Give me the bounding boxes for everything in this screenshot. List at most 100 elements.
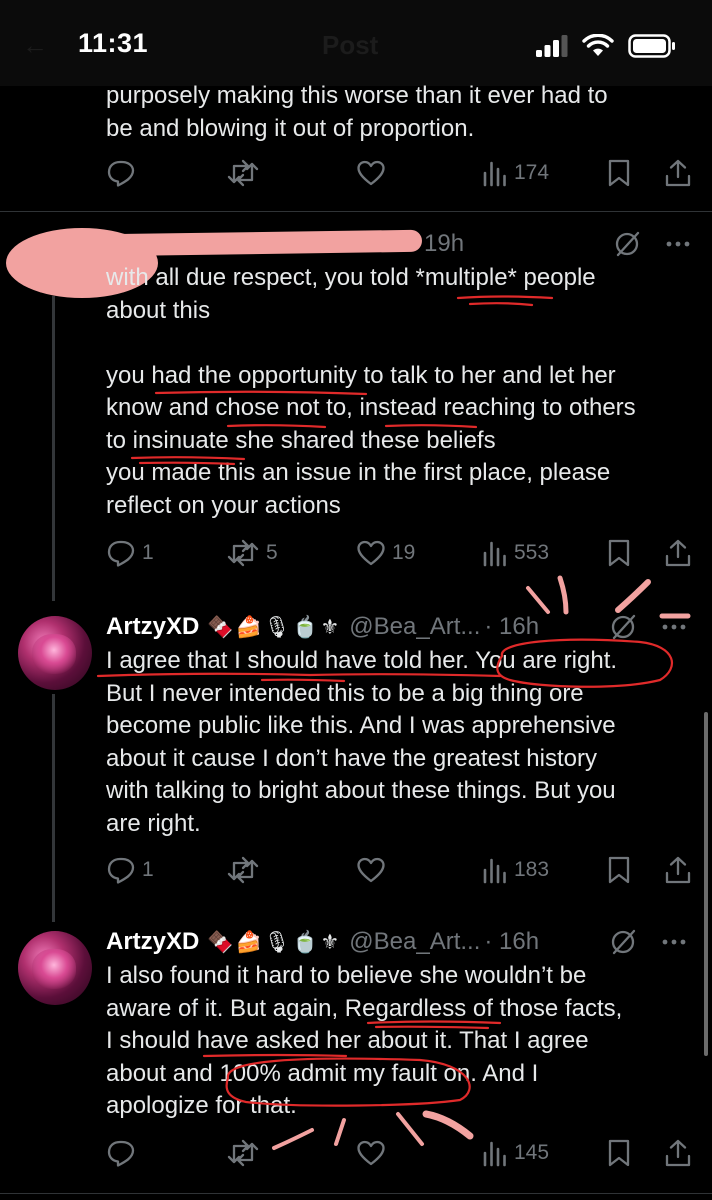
name-emojis: 🍫🍰🎙🍵⚜ <box>207 930 342 954</box>
repost-button[interactable] <box>226 1133 266 1173</box>
tweet-text: I also found it hard to believe she woul… <box>106 962 623 1119</box>
more-options-icon[interactable] <box>662 623 686 631</box>
views-button[interactable]: 145 <box>482 1133 549 1173</box>
more-options-icon[interactable] <box>662 938 686 946</box>
scrollbar[interactable] <box>704 712 708 1056</box>
redacted-username <box>99 229 423 257</box>
share-button[interactable] <box>664 533 692 573</box>
user-handle[interactable]: @Bea_Art... <box>349 613 480 641</box>
views-count: 174 <box>514 161 550 184</box>
repost-icon <box>227 539 259 567</box>
wifi-icon <box>582 34 614 56</box>
heart-icon <box>357 857 385 883</box>
bookmark-button[interactable] <box>606 153 632 193</box>
back-arrow-icon[interactable]: ← <box>22 30 48 61</box>
share-icon <box>665 159 691 187</box>
tweet-time: 19h <box>424 230 465 257</box>
share-button[interactable] <box>664 153 692 193</box>
bookmark-icon <box>608 1139 630 1167</box>
bookmark-button[interactable] <box>606 850 632 890</box>
repost-icon <box>227 856 259 884</box>
heart-icon <box>357 540 385 566</box>
like-count: 19 <box>392 541 416 564</box>
reply-button[interactable]: 1 <box>106 850 154 890</box>
share-icon <box>665 1139 691 1167</box>
heart-icon <box>357 1140 385 1166</box>
tweet-menu <box>610 614 686 640</box>
bookmark-icon <box>608 856 630 884</box>
views-icon <box>483 858 506 884</box>
views-button[interactable]: 183 <box>482 850 549 890</box>
reply-icon <box>107 857 135 884</box>
like-button[interactable] <box>356 850 392 890</box>
repost-icon <box>227 1139 259 1167</box>
tweet-menu <box>610 929 686 955</box>
tweet-time: · 16h <box>484 613 540 640</box>
screen-title: Post <box>322 30 379 60</box>
status-icons <box>536 34 676 58</box>
display-name[interactable]: ArtzyXD <box>106 613 199 641</box>
status-time: 11:31 <box>78 28 149 58</box>
tweet-text: purposely making this worse than it ever… <box>106 82 608 142</box>
like-button[interactable]: 19 <box>356 533 415 573</box>
cellular-signal-icon <box>536 35 568 57</box>
repost-button[interactable] <box>226 850 266 890</box>
more-options-icon[interactable] <box>666 240 690 248</box>
reply-button[interactable] <box>106 153 142 193</box>
tweet-text: with all due respect, you told *multiple… <box>106 264 636 519</box>
repost-button[interactable] <box>226 153 266 193</box>
reply-count: 1 <box>142 541 154 564</box>
divider <box>0 1193 712 1194</box>
repost-icon <box>227 159 259 187</box>
grok-icon[interactable] <box>610 929 636 955</box>
battery-icon <box>628 34 675 58</box>
tweet-header: ArtzyXD 🍫🍰🎙🍵⚜ @Bea_Art... · 16h <box>106 611 539 643</box>
bookmark-icon <box>608 159 630 187</box>
views-count: 553 <box>514 541 550 564</box>
views-icon <box>483 541 506 567</box>
reply-icon <box>107 540 135 567</box>
heart-icon <box>357 160 385 186</box>
views-button[interactable]: 174 <box>482 153 549 193</box>
avatar[interactable] <box>18 931 92 1005</box>
bookmark-button[interactable] <box>606 1133 632 1173</box>
reply-button[interactable]: 1 <box>106 533 154 573</box>
tweet-actions: 1 183 <box>106 850 696 890</box>
like-button[interactable] <box>356 153 392 193</box>
share-icon <box>665 856 691 884</box>
repost-button[interactable]: 5 <box>226 533 278 573</box>
bookmark-button[interactable] <box>606 533 632 573</box>
grok-icon[interactable] <box>610 614 636 640</box>
tweet-actions: 174 <box>106 153 696 193</box>
views-count: 183 <box>514 858 550 881</box>
views-count: 145 <box>514 1141 550 1164</box>
grok-icon[interactable] <box>614 231 640 257</box>
views-icon <box>483 161 506 187</box>
display-name[interactable]: ArtzyXD <box>106 928 199 956</box>
tweet-actions: 145 <box>106 1133 696 1173</box>
status-bar: ← 11:31 Post <box>0 0 712 86</box>
repost-count: 5 <box>266 541 278 564</box>
thread-line <box>52 694 55 922</box>
avatar[interactable] <box>18 616 92 690</box>
reply-icon <box>107 1140 135 1167</box>
views-button[interactable]: 553 <box>482 533 549 573</box>
share-icon <box>665 539 691 567</box>
user-handle[interactable]: @Bea_Art... <box>349 928 480 956</box>
tweet-actions: 1 5 19 553 <box>106 533 696 573</box>
reply-button[interactable] <box>106 1133 142 1173</box>
thread-line <box>52 296 55 601</box>
like-button[interactable] <box>356 1133 392 1173</box>
tweet-meta: 19h <box>424 230 690 258</box>
divider <box>0 211 712 212</box>
reply-icon <box>107 160 135 187</box>
views-icon <box>483 1141 506 1167</box>
share-button[interactable] <box>664 1133 692 1173</box>
tweet-time: · 16h <box>484 928 540 955</box>
share-button[interactable] <box>664 850 692 890</box>
tweet-text: I agree that I should have told her. You… <box>106 647 618 837</box>
tweet-header: ArtzyXD 🍫🍰🎙🍵⚜ @Bea_Art... · 16h <box>106 926 539 958</box>
reply-count: 1 <box>142 858 154 881</box>
name-emojis: 🍫🍰🎙🍵⚜ <box>207 615 342 639</box>
bookmark-icon <box>608 539 630 567</box>
